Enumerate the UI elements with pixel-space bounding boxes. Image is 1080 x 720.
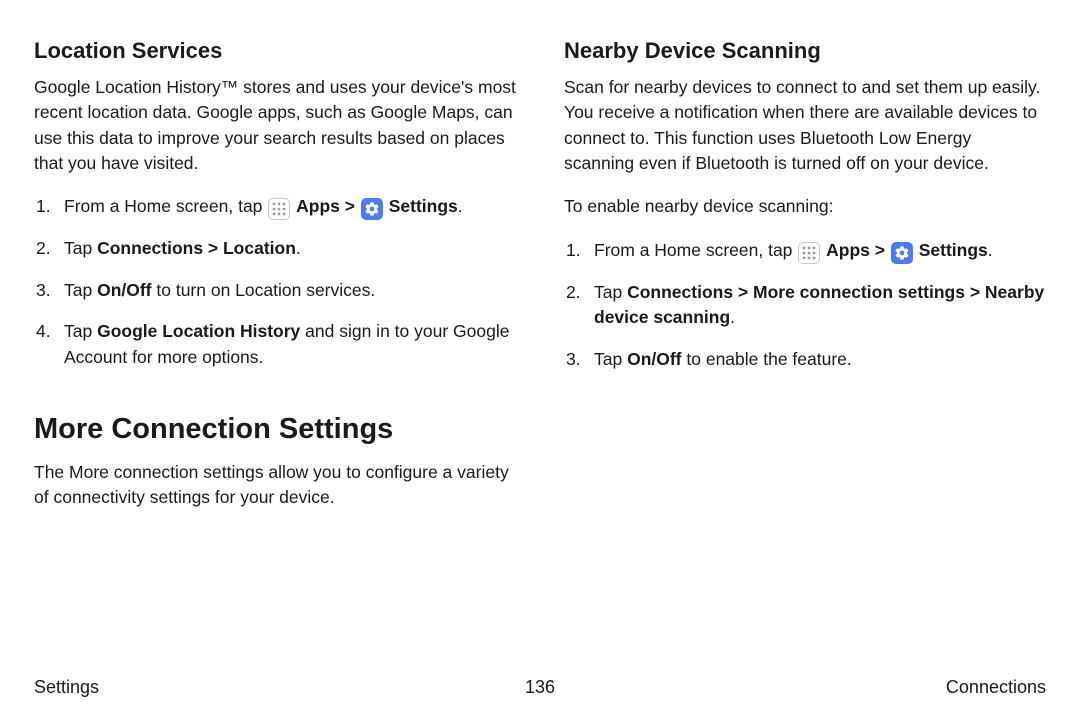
left-column: Location Services Google Location Histor… [34,35,516,529]
more-connection-desc: The More connection settings allow you t… [34,460,516,511]
heading-nearby-scanning: Nearby Device Scanning [564,35,1046,67]
settings-icon [891,242,913,264]
settings-icon [361,198,383,220]
footer: Settings 136 Connections [34,674,1046,700]
page-number: 136 [525,674,555,700]
location-step-4: Tap Google Location History and sign in … [34,319,516,370]
apps-icon [268,198,290,220]
heading-more-connection: More Connection Settings [34,408,516,450]
heading-location-services: Location Services [34,35,516,67]
apps-icon [798,242,820,264]
nearby-steps: From a Home screen, tap Apps > Settings.… [564,238,1046,372]
location-steps: From a Home screen, tap Apps > Settings.… [34,194,516,370]
nearby-step-3: Tap On/Off to enable the feature. [564,347,1046,372]
nearby-desc: Scan for nearby devices to connect to an… [564,75,1046,177]
location-services-desc: Google Location History™ stores and uses… [34,75,516,177]
nearby-step-1: From a Home screen, tap Apps > Settings. [564,238,1046,264]
footer-right: Connections [946,674,1046,700]
location-step-1: From a Home screen, tap Apps > Settings. [34,194,516,220]
location-step-2: Tap Connections > Location. [34,236,516,261]
right-column: Nearby Device Scanning Scan for nearby d… [564,35,1046,529]
location-step-3: Tap On/Off to turn on Location services. [34,278,516,303]
nearby-enable-intro: To enable nearby device scanning: [564,194,1046,219]
footer-left: Settings [34,674,99,700]
nearby-step-2: Tap Connections > More connection settin… [564,280,1046,331]
